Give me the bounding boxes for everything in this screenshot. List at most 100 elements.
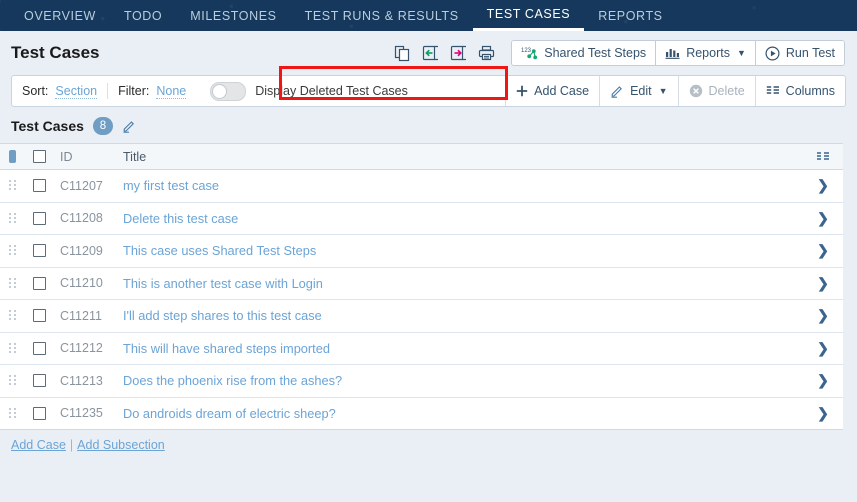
row-checkbox[interactable] bbox=[33, 341, 46, 355]
footer-add-case-link[interactable]: Add Case bbox=[11, 438, 66, 452]
row-drag-handle[interactable] bbox=[9, 212, 33, 224]
row-title-cell: Does the phoenix rise from the ashes? bbox=[123, 373, 803, 388]
nav-tab-overview[interactable]: OVERVIEW bbox=[10, 0, 110, 31]
chevron-right-icon[interactable]: ❯ bbox=[817, 242, 829, 259]
drag-handle-icon[interactable] bbox=[9, 310, 16, 321]
row-title-cell: I'll add step shares to this test case bbox=[123, 308, 803, 323]
section-header: Test Cases 8 bbox=[0, 107, 857, 143]
column-options-icon[interactable] bbox=[803, 151, 843, 163]
row-checkbox-cell bbox=[33, 309, 60, 323]
run-test-button[interactable]: Run Test bbox=[755, 41, 844, 65]
row-checkbox[interactable] bbox=[33, 276, 46, 290]
row-open-chevron[interactable]: ❯ bbox=[803, 275, 843, 292]
delete-button[interactable]: Delete bbox=[677, 76, 755, 106]
row-open-chevron[interactable]: ❯ bbox=[803, 372, 843, 389]
row-id: C11211 bbox=[60, 308, 102, 323]
row-checkbox[interactable] bbox=[33, 179, 46, 193]
chevron-right-icon[interactable]: ❯ bbox=[817, 177, 829, 194]
table-row[interactable]: C11213 Does the phoenix rise from the ash… bbox=[0, 365, 843, 398]
section-count-badge: 8 bbox=[92, 117, 113, 135]
nav-tab-todo[interactable]: TODO bbox=[110, 0, 176, 31]
row-title-link[interactable]: This will have shared steps imported bbox=[123, 341, 330, 356]
column-header-id[interactable]: ID bbox=[60, 150, 123, 164]
row-title-link[interactable]: This is another test case with Login bbox=[123, 276, 323, 291]
drag-handle-icon[interactable] bbox=[9, 277, 16, 289]
nav-tab-test-cases[interactable]: TEST CASES bbox=[472, 0, 585, 31]
row-drag-handle[interactable] bbox=[9, 310, 33, 321]
select-all-checkbox[interactable] bbox=[33, 150, 46, 163]
chevron-right-icon[interactable]: ❯ bbox=[817, 275, 829, 292]
row-title-link[interactable]: my first test case bbox=[123, 178, 219, 193]
import-icon[interactable] bbox=[421, 44, 440, 63]
edit-label: Edit bbox=[630, 84, 652, 98]
nav-tab-milestones[interactable]: MILESTONES bbox=[176, 0, 290, 31]
add-case-button[interactable]: Add Case bbox=[505, 76, 599, 106]
table-row[interactable]: C11207 my first test case ❯ bbox=[0, 170, 843, 203]
chevron-right-icon[interactable]: ❯ bbox=[817, 210, 829, 227]
row-title-link[interactable]: This case uses Shared Test Steps bbox=[123, 243, 316, 258]
row-open-chevron[interactable]: ❯ bbox=[803, 210, 843, 227]
row-title-link[interactable]: Delete this test case bbox=[123, 211, 238, 226]
table-row[interactable]: C11235 Do androids dream of electric shee… bbox=[0, 397, 843, 430]
main-navigation-bar: OVERVIEW TODO MILESTONES TEST RUNS & RES… bbox=[0, 0, 857, 31]
copy-icon[interactable] bbox=[393, 44, 412, 63]
export-icon[interactable] bbox=[449, 44, 468, 63]
header-button-group: 123 Shared Test Steps Reports ▼ Run Test bbox=[511, 40, 845, 66]
nav-tab-test-runs-results[interactable]: TEST RUNS & RESULTS bbox=[291, 0, 473, 31]
footer-add-subsection-link[interactable]: Add Subsection bbox=[77, 438, 165, 452]
print-icon[interactable] bbox=[477, 44, 496, 63]
sort-value-link[interactable]: Section bbox=[55, 84, 98, 99]
table-row[interactable]: C11209 This case uses Shared Test Steps ❯ bbox=[0, 235, 843, 268]
reports-button[interactable]: Reports ▼ bbox=[656, 41, 756, 65]
row-open-chevron[interactable]: ❯ bbox=[803, 242, 843, 259]
row-drag-handle[interactable] bbox=[9, 342, 33, 354]
drag-handle-icon[interactable] bbox=[9, 375, 16, 386]
row-id: C11209 bbox=[60, 243, 103, 258]
table-row[interactable]: C11210 This is another test case with Log… bbox=[0, 267, 843, 300]
row-title-link[interactable]: I'll add step shares to this test case bbox=[123, 308, 322, 323]
drag-handle-icon[interactable] bbox=[9, 212, 16, 224]
edit-button[interactable]: Edit ▼ bbox=[599, 76, 677, 106]
table-row[interactable]: C11211 I'll add step shares to this test … bbox=[0, 300, 843, 333]
row-drag-handle[interactable] bbox=[9, 277, 33, 289]
columns-button[interactable]: Columns bbox=[754, 76, 845, 106]
delete-circle-x-icon bbox=[689, 84, 703, 98]
row-title-cell: Do androids dream of electric sheep? bbox=[123, 406, 803, 421]
footer-links: Add Case | Add Subsection bbox=[0, 430, 857, 452]
row-checkbox[interactable] bbox=[33, 406, 46, 420]
row-title-cell: Delete this test case bbox=[123, 211, 803, 226]
row-checkbox-cell bbox=[33, 341, 60, 355]
drag-handle-icon[interactable] bbox=[9, 407, 16, 419]
chevron-right-icon[interactable]: ❯ bbox=[817, 405, 829, 422]
chevron-right-icon[interactable]: ❯ bbox=[817, 307, 829, 324]
reports-label: Reports bbox=[686, 46, 730, 60]
chevron-right-icon[interactable]: ❯ bbox=[817, 372, 829, 389]
row-open-chevron[interactable]: ❯ bbox=[803, 340, 843, 357]
chevron-right-icon[interactable]: ❯ bbox=[817, 340, 829, 357]
filter-action-buttons: Add Case Edit ▼ Delete Columns bbox=[505, 76, 845, 106]
row-checkbox[interactable] bbox=[33, 374, 46, 388]
table-row[interactable]: C11208 Delete this test case ❯ bbox=[0, 202, 843, 235]
table-row[interactable]: C11212 This will have shared steps import… bbox=[0, 332, 843, 365]
row-checkbox[interactable] bbox=[33, 211, 46, 225]
row-drag-handle[interactable] bbox=[9, 375, 33, 386]
filter-value-link[interactable]: None bbox=[156, 84, 187, 99]
row-title-link[interactable]: Do androids dream of electric sheep? bbox=[123, 406, 336, 421]
section-edit-pencil-icon[interactable] bbox=[122, 119, 136, 133]
row-title-link[interactable]: Does the phoenix rise from the ashes? bbox=[123, 373, 342, 388]
shared-test-steps-button[interactable]: 123 Shared Test Steps bbox=[512, 41, 657, 65]
row-drag-handle[interactable] bbox=[9, 180, 33, 191]
display-deleted-test-cases-toggle[interactable] bbox=[210, 81, 247, 101]
row-checkbox[interactable] bbox=[33, 309, 46, 323]
row-drag-handle[interactable] bbox=[9, 245, 33, 256]
row-open-chevron[interactable]: ❯ bbox=[803, 177, 843, 194]
drag-handle-icon[interactable] bbox=[9, 245, 16, 256]
row-open-chevron[interactable]: ❯ bbox=[803, 405, 843, 422]
column-header-title[interactable]: Title bbox=[123, 150, 803, 164]
row-checkbox[interactable] bbox=[33, 244, 46, 258]
drag-handle-icon[interactable] bbox=[9, 180, 16, 191]
row-open-chevron[interactable]: ❯ bbox=[803, 307, 843, 324]
row-drag-handle[interactable] bbox=[9, 407, 33, 419]
drag-handle-icon[interactable] bbox=[9, 342, 16, 354]
nav-tab-reports[interactable]: REPORTS bbox=[584, 0, 676, 31]
